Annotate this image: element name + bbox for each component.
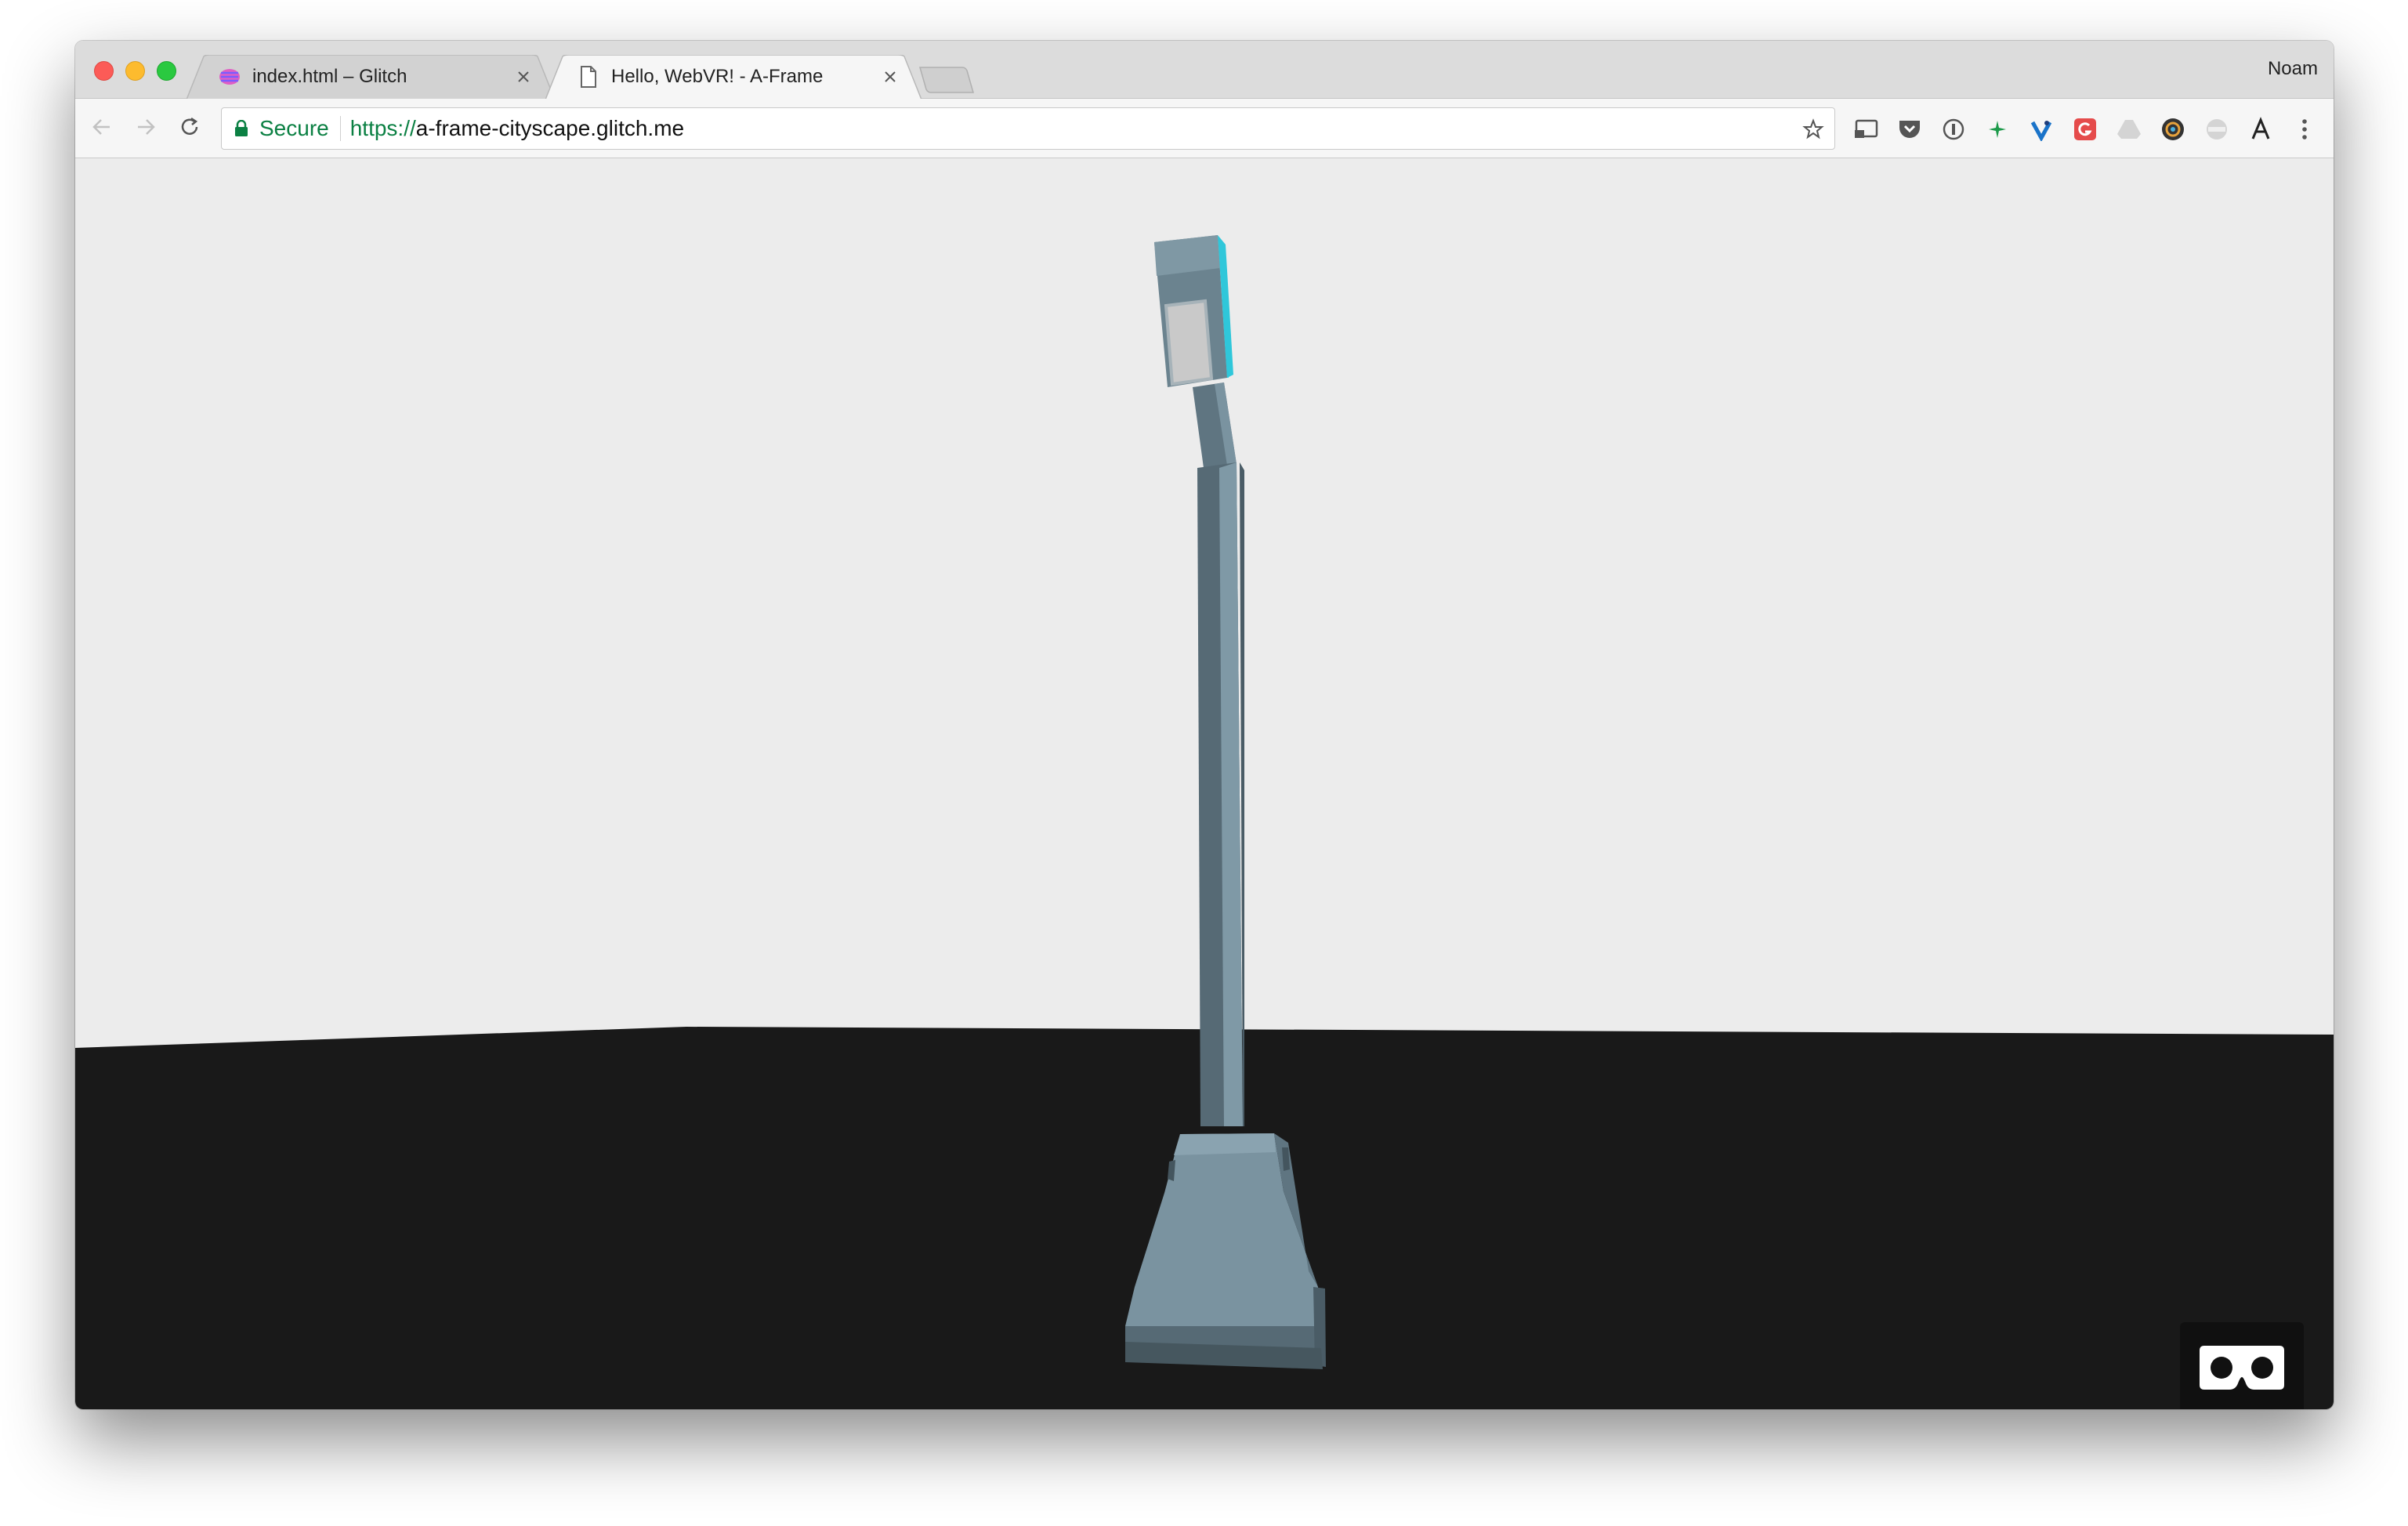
address-bar[interactable]: Secure https://a-frame-cityscape.glitch.… [221,107,1835,150]
menu-icon[interactable] [2290,114,2319,144]
font-icon[interactable] [2246,114,2276,144]
color-picker-icon[interactable] [2158,114,2188,144]
divider [339,116,341,141]
reload-button[interactable] [174,113,205,144]
browser-window: index.html – Glitch Hello, WebVR! - A-Fr… [75,41,2334,1409]
webvr-scene[interactable] [75,158,2334,1409]
vimeo-icon[interactable] [2026,114,2056,144]
back-button[interactable] [86,113,118,144]
document-icon [577,65,600,89]
reload-icon [179,116,201,142]
grammarly-icon[interactable] [2070,114,2100,144]
tab-glitch[interactable]: index.html – Glitch [186,55,555,100]
title-bar: index.html – Glitch Hello, WebVR! - A-Fr… [75,41,2334,100]
tab-hello-webvr[interactable]: Hello, WebVR! - A-Frame [545,55,922,100]
lock-icon[interactable] [233,118,250,139]
web-icon[interactable] [2202,114,2232,144]
close-tab-icon[interactable] [879,66,901,88]
pocket-icon[interactable] [1895,114,1925,144]
scene-canvas [75,158,2334,1409]
sparkle-icon[interactable] [1983,114,2012,144]
new-tab-button[interactable] [918,66,975,94]
profile-name[interactable]: Noam [2268,58,2318,80]
forward-button[interactable] [130,113,161,144]
url-host: a-frame-cityscape.glitch.me [415,116,685,140]
forward-arrow-icon [135,116,157,142]
close-window-button[interactable] [94,61,114,81]
enter-vr-button[interactable] [2180,1322,2304,1409]
back-arrow-icon [91,116,113,142]
drive-icon[interactable] [2114,114,2144,144]
tab-title: index.html – Glitch [252,66,407,87]
onepassword-icon[interactable] [1939,114,1968,144]
bookmark-star-icon[interactable] [1800,116,1827,143]
vr-headset-icon [2198,1343,2286,1397]
close-tab-icon[interactable] [512,66,534,88]
cast-icon[interactable] [1851,114,1881,144]
minimize-window-button[interactable] [125,61,145,81]
url-scheme: https:// [349,116,416,140]
maximize-window-button[interactable] [157,61,176,81]
browser-toolbar: Secure https://a-frame-cityscape.glitch.… [75,99,2334,158]
security-label[interactable]: Secure [259,116,329,141]
url-text[interactable]: https://a-frame-cityscape.glitch.me [350,116,684,141]
lamp-lens [1164,299,1214,386]
tab-title: Hello, WebVR! - A-Frame [611,66,824,87]
glitch-fish-icon [218,65,241,89]
